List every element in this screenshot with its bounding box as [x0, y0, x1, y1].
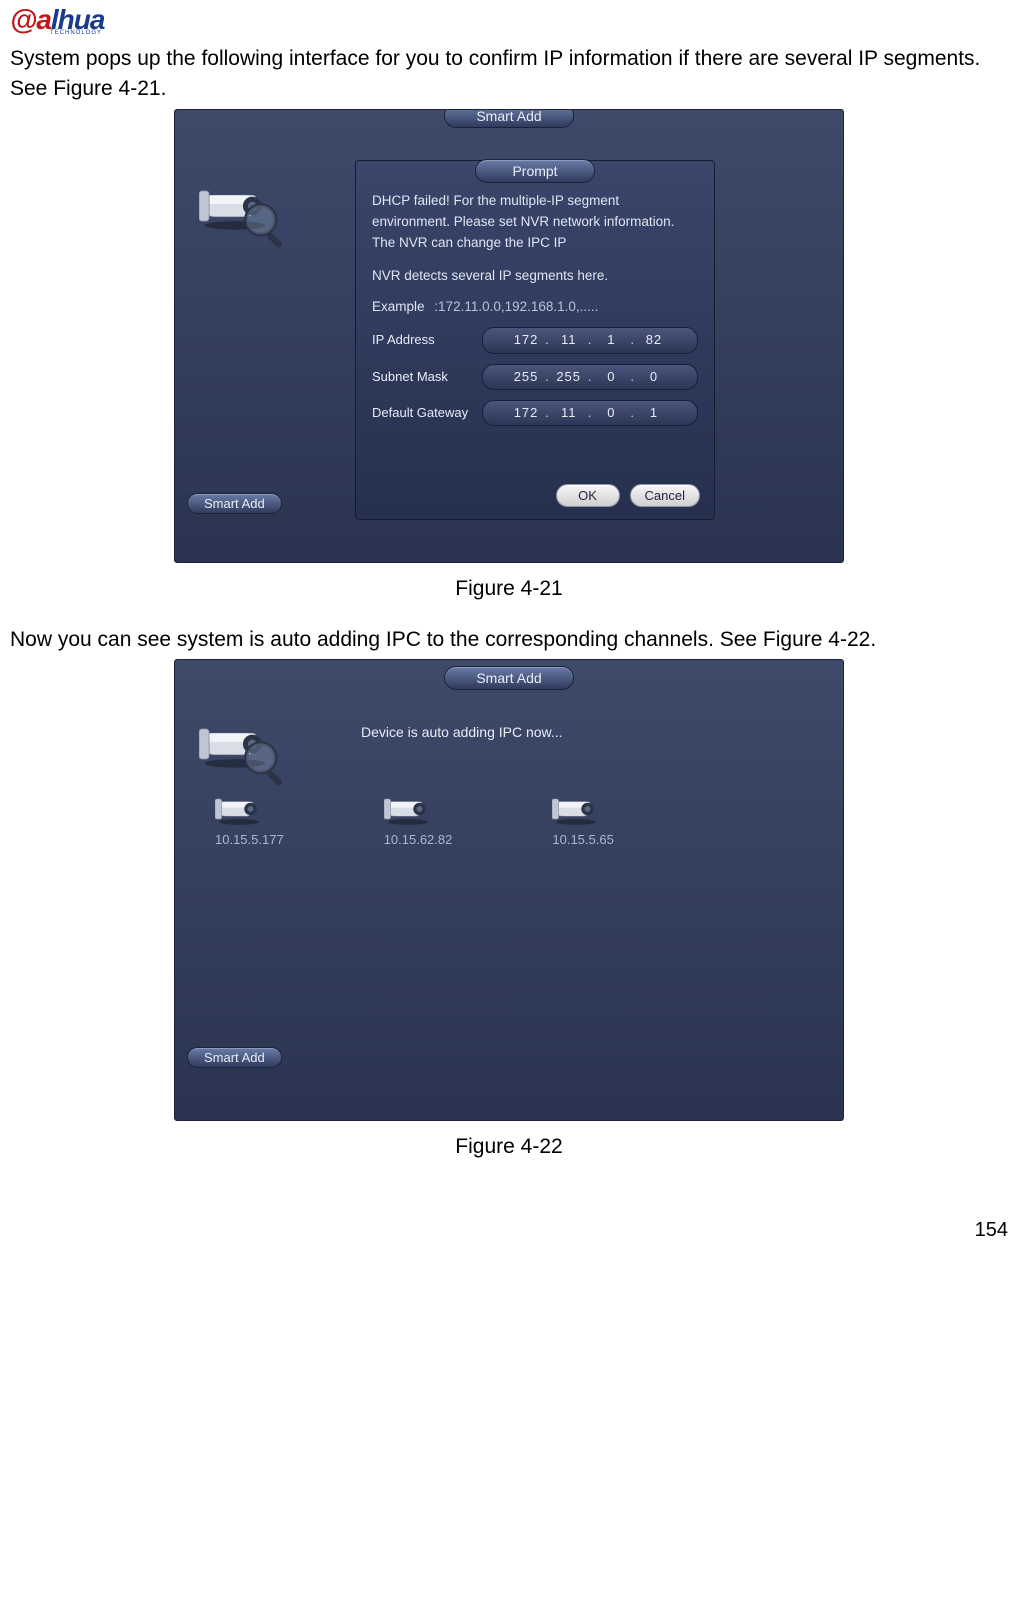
prompt-title: Prompt [475, 159, 595, 183]
figure-4-21-screenshot: Smart Add Prompt DHCP failed! For the mu… [174, 109, 844, 563]
camera-icon [552, 792, 600, 826]
magnifier-icon [241, 738, 293, 790]
ipc-item[interactable]: 10.15.5.65 [552, 792, 613, 847]
example-label: Example [372, 299, 425, 314]
ip-address-row: IP Address 172. 11. 1. 82 [372, 327, 698, 353]
intro-paragraph-2: Now you can see system is auto adding IP… [10, 625, 1008, 655]
magnifier-icon [241, 200, 293, 252]
ipc-ip: 10.15.62.82 [384, 832, 453, 847]
ip-address-label: IP Address [372, 330, 482, 350]
ipc-ip: 10.15.5.65 [552, 832, 613, 847]
brand-logo: @alhua TECHNOLOGY [10, 0, 1008, 38]
prompt-detect-line: NVR detects several IP segments here. [372, 266, 698, 287]
subnet-mask-row: Subnet Mask 255. 255. 0. 0 [372, 364, 698, 390]
example-value: :172.11.0.0,192.168.1.0,..... [434, 299, 598, 314]
cancel-button[interactable]: Cancel [630, 484, 700, 507]
default-gateway-label: Default Gateway [372, 403, 482, 423]
camera-icon [215, 792, 263, 826]
figure-4-21-caption: Figure 4-21 [10, 577, 1008, 601]
subnet-mask-input[interactable]: 255. 255. 0. 0 [482, 364, 698, 390]
smart-add-button[interactable]: Smart Add [187, 493, 282, 514]
camera-icon [384, 792, 432, 826]
prompt-dialog: Prompt DHCP failed! For the multiple-IP … [355, 160, 715, 520]
auto-adding-status: Device is auto adding IPC now... [361, 724, 563, 740]
default-gateway-row: Default Gateway 172. 11. 0. 1 [372, 400, 698, 426]
ip-address-input[interactable]: 172. 11. 1. 82 [482, 327, 698, 353]
smart-add-title: Smart Add [444, 666, 574, 690]
figure-4-22-caption: Figure 4-22 [10, 1135, 1008, 1159]
ipc-item[interactable]: 10.15.5.177 [215, 792, 284, 847]
ipc-item[interactable]: 10.15.62.82 [384, 792, 453, 847]
prompt-message: DHCP failed! For the multiple-IP segment… [372, 191, 698, 254]
subnet-mask-label: Subnet Mask [372, 367, 482, 387]
ipc-ip: 10.15.5.177 [215, 832, 284, 847]
page-number: 154 [10, 1219, 1008, 1242]
smart-add-button[interactable]: Smart Add [187, 1047, 282, 1068]
intro-paragraph-1: System pops up the following interface f… [10, 44, 1008, 105]
figure-4-22-screenshot: Smart Add Device is auto adding IPC now.… [174, 659, 844, 1121]
smart-add-title: Smart Add [444, 109, 574, 128]
ok-button[interactable]: OK [556, 484, 620, 507]
default-gateway-input[interactable]: 172. 11. 0. 1 [482, 400, 698, 426]
